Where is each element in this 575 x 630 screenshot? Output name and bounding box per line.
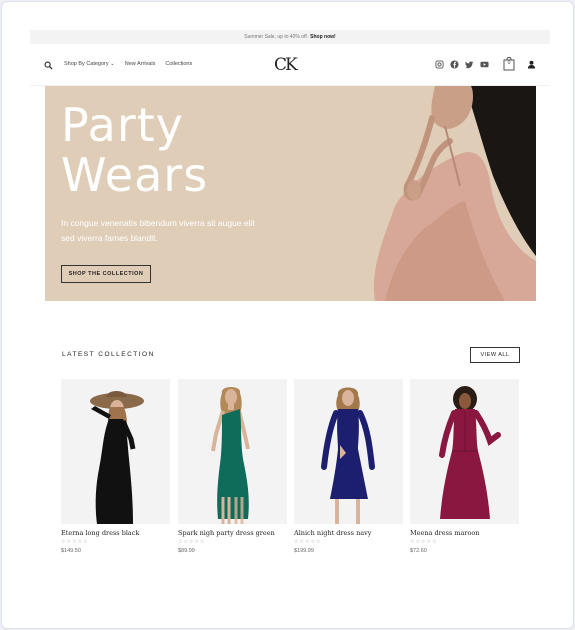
star-icon: ☆ bbox=[199, 539, 205, 545]
product-name[interactable]: Eterna long dress black bbox=[61, 529, 170, 537]
chevron-down-icon: ⌄ bbox=[110, 61, 115, 67]
product-image[interactable] bbox=[294, 379, 403, 524]
product-name[interactable]: Spark nigh party dress green bbox=[178, 529, 287, 537]
star-icon: ☆ bbox=[410, 539, 415, 545]
star-icon: ☆ bbox=[294, 539, 299, 545]
hero-title-line-1: Party bbox=[61, 98, 185, 152]
star-icon: ☆ bbox=[188, 539, 194, 545]
youtube-icon[interactable] bbox=[480, 60, 489, 69]
star-icon: ☆ bbox=[431, 539, 437, 545]
star-icon: ☆ bbox=[315, 539, 321, 545]
instagram-icon[interactable] bbox=[435, 60, 444, 69]
star-icon: ☆ bbox=[304, 539, 310, 545]
hero-banner: Party Wears In congue venenatis bibendum… bbox=[45, 86, 536, 301]
hero-model-image bbox=[374, 86, 536, 301]
facebook-icon[interactable] bbox=[450, 60, 459, 69]
star-icon: ☆ bbox=[183, 539, 188, 545]
star-icon: ☆ bbox=[61, 539, 66, 545]
announcement-bar: Summer Sale, up to 40% off. Shop now! bbox=[30, 30, 550, 44]
announcement-text: Summer Sale, up to 40% off. bbox=[244, 34, 309, 40]
product-rating: ☆ ☆ ☆ ☆ ☆ bbox=[61, 540, 170, 545]
nav-item-collections[interactable]: Collections bbox=[165, 61, 192, 67]
product-image[interactable] bbox=[410, 379, 519, 524]
hero-subtitle: In congue venenatis bibendum viverra sit… bbox=[61, 218, 255, 243]
view-all-button[interactable]: VIEW ALL bbox=[470, 347, 520, 363]
shop-collection-button[interactable]: SHOP THE COLLECTION bbox=[61, 265, 151, 283]
product-name[interactable]: Alnich night dress navy bbox=[294, 529, 403, 537]
star-icon: ☆ bbox=[415, 539, 420, 545]
star-icon: ☆ bbox=[82, 539, 88, 545]
product-image[interactable] bbox=[178, 379, 287, 524]
star-icon: ☆ bbox=[194, 539, 199, 545]
main-nav: Shop By Category ⌄ New Arrivals Collecti… bbox=[30, 44, 550, 86]
search-icon[interactable] bbox=[44, 61, 53, 70]
product-price: $149.50 bbox=[61, 548, 81, 554]
product-rating: ☆ ☆ ☆ ☆ ☆ bbox=[178, 540, 287, 545]
cart-button[interactable]: 0 bbox=[503, 57, 515, 71]
star-icon: ☆ bbox=[77, 539, 82, 545]
hero-title-line-2: Wears bbox=[61, 148, 209, 202]
user-account-icon[interactable] bbox=[527, 60, 536, 69]
nav-menu: Shop By Category ⌄ New Arrivals Collecti… bbox=[64, 61, 192, 67]
product-name[interactable]: Meena dress maroon bbox=[410, 529, 519, 537]
product-card[interactable]: Eterna long dress black ☆ ☆ ☆ ☆ ☆ $149.50 bbox=[61, 379, 170, 554]
star-icon: ☆ bbox=[310, 539, 315, 545]
nav-item-shop-by-category[interactable]: Shop By Category ⌄ bbox=[64, 61, 115, 67]
page-frame: Summer Sale, up to 40% off. Shop now! Sh… bbox=[1, 1, 574, 629]
product-card[interactable]: Spark nigh party dress green ☆ ☆ ☆ ☆ ☆ $89.9… bbox=[178, 379, 287, 554]
star-icon: ☆ bbox=[426, 539, 431, 545]
product-rating: ☆ ☆ ☆ ☆ ☆ bbox=[410, 540, 519, 545]
product-price: $89.99 bbox=[178, 548, 195, 554]
cart-count: 0 bbox=[507, 60, 511, 66]
hero-title: Party Wears bbox=[61, 100, 208, 200]
star-icon: ☆ bbox=[299, 539, 304, 545]
announcement-link[interactable]: Shop now! bbox=[310, 34, 336, 40]
twitter-icon[interactable] bbox=[465, 60, 474, 69]
star-icon: ☆ bbox=[420, 539, 426, 545]
product-card[interactable]: Meena dress maroon ☆ ☆ ☆ ☆ ☆ $72.60 bbox=[410, 379, 519, 554]
star-icon: ☆ bbox=[178, 539, 183, 545]
social-links bbox=[435, 60, 489, 69]
product-price: $72.60 bbox=[410, 548, 427, 554]
section-heading: LATEST COLLECTION bbox=[62, 351, 155, 358]
product-image[interactable] bbox=[61, 379, 170, 524]
star-icon: ☆ bbox=[71, 539, 77, 545]
nav-item-new-arrivals[interactable]: New Arrivals bbox=[125, 61, 156, 67]
brand-logo[interactable]: CK bbox=[274, 55, 298, 75]
product-card[interactable]: Alnich night dress navy ☆ ☆ ☆ ☆ ☆ $199.99 bbox=[294, 379, 403, 554]
star-icon: ☆ bbox=[66, 539, 71, 545]
product-rating: ☆ ☆ ☆ ☆ ☆ bbox=[294, 540, 403, 545]
product-price: $199.99 bbox=[294, 548, 314, 554]
